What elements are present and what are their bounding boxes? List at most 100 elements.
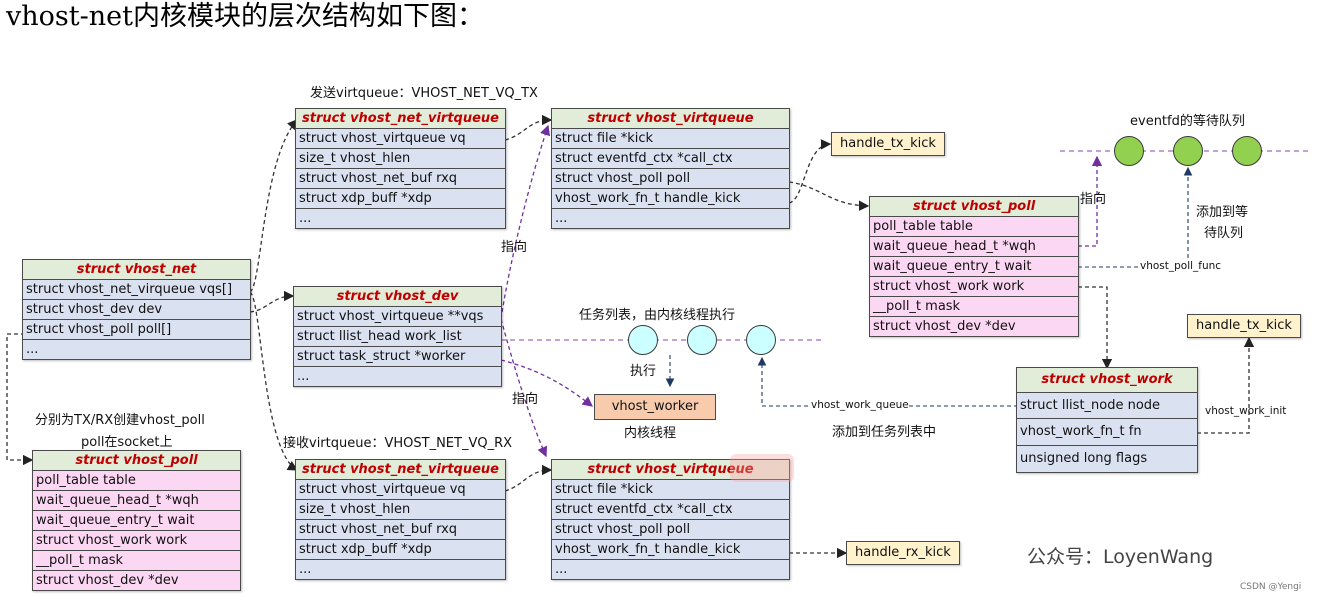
task-list-label: 任务列表，由内核线程执行 (579, 308, 736, 323)
struct-field: struct vhost_poll poll (552, 520, 789, 540)
struct-field: ... (555, 211, 568, 226)
struct-field: struct vhost_virtqueue vq (296, 480, 505, 500)
struct-title: struct vhost_net_virtqueue (296, 460, 505, 480)
struct-field: struct task_struct *worker (294, 347, 501, 367)
struct-field: struct xdp_buff *xdp (296, 540, 505, 560)
struct-field: struct llist_node node (1017, 393, 1197, 419)
struct-vhost-virtqueue-tx: struct vhost_virtqueue struct file *kick… (551, 108, 790, 229)
struct-field: struct vhost_virtqueue **vqs (294, 307, 501, 327)
struct-field: poll_table table (33, 471, 240, 491)
vhost-worker-box: vhost_worker (594, 394, 716, 420)
handle-rx-kick-box: handle_rx_kick (846, 541, 960, 565)
link-work (1078, 286, 1113, 370)
struct-field: ... (299, 562, 312, 577)
struct-title: struct vhost_net_virtqueue (296, 109, 505, 129)
struct-vhost-work: struct vhost_work struct llist_node node… (1016, 367, 1198, 473)
struct-field: struct file *kick (552, 480, 789, 500)
struct-field: struct eventfd_ctx *call_ctx (552, 149, 789, 169)
struct-field: struct vhost_poll poll (552, 169, 789, 189)
vhost-poll-func-label: vhost_poll_func (1140, 260, 1222, 272)
poll-note-label: 分别为TX/RX创建vhost_poll (35, 413, 205, 428)
task-list-node (746, 325, 776, 355)
handle-tx-kick-box: handle_tx_kick (831, 132, 945, 156)
link-vqs-tx-pointer (500, 124, 551, 320)
struct-vhost-net-virtqueue-rx: struct vhost_net_virtqueue struct vhost_… (295, 459, 506, 580)
struct-field: struct vhost_dev *dev (870, 317, 1078, 336)
poll-note-label: poll在socket上 (81, 435, 173, 450)
link-rx-vq (504, 464, 553, 492)
struct-field: struct vhost_work work (870, 277, 1078, 297)
add-to-task-list-label: 添加到任务列表中 (832, 425, 937, 440)
add-to-wait-queue-label: 待队列 (1204, 226, 1244, 241)
eventfd-wait-queue-label: eventfd的等待队列 (1130, 114, 1245, 129)
points-to-label: 指向 (512, 392, 539, 407)
page-heading: vhost-net内核模块的层次结构如下图： (6, 1, 484, 32)
struct-field: struct vhost_net_virqueue vqs[] (23, 280, 250, 300)
link-vqs-to-tx (249, 119, 298, 293)
struct-field: struct vhost_virtqueue vq (296, 129, 505, 149)
struct-field: struct vhost_net_buf rxq (296, 520, 505, 540)
struct-title: struct vhost_dev (294, 287, 501, 307)
struct-title: struct vhost_poll (870, 197, 1078, 217)
struct-field: poll_table table (870, 217, 1078, 237)
struct-title: struct vhost_poll (33, 451, 240, 471)
struct-field: ... (297, 369, 310, 384)
struct-field: wait_queue_entry_t wait (33, 511, 240, 531)
watermark: 公众号：LoyenWang (1027, 546, 1214, 568)
image-tools-overlay[interactable] (730, 454, 794, 482)
csdn-credit: CSDN @Yengi (1240, 582, 1302, 592)
struct-title: struct vhost_virtqueue (552, 109, 789, 129)
struct-field: size_t vhost_hlen (296, 500, 505, 520)
struct-title: struct vhost_work (1017, 368, 1197, 393)
link-poll-func (1078, 166, 1193, 268)
points-to-label: 指向 (1080, 192, 1107, 207)
link-handle-kick-tx (788, 139, 832, 204)
execute-label: 执行 (630, 364, 657, 379)
struct-field: wait_queue_entry_t wait (870, 257, 1078, 277)
struct-field: vhost_work_fn_t handle_kick (552, 540, 789, 560)
points-to-label: 指向 (501, 240, 528, 255)
struct-field: vhost_work_fn_t fn (1017, 419, 1197, 446)
eventfd-wait-node (1173, 136, 1203, 166)
link-tx-vq (504, 114, 553, 141)
struct-field: ... (299, 211, 312, 226)
struct-vhost-poll-left: struct vhost_poll poll_table table wait_… (32, 450, 241, 591)
struct-vhost-net: struct vhost_net struct vhost_net_virque… (22, 259, 251, 360)
struct-field: struct eventfd_ctx *call_ctx (552, 500, 789, 520)
struct-field: wait_queue_head_t *wqh (870, 237, 1078, 257)
eventfd-wait-node (1232, 136, 1262, 166)
struct-vhost-dev: struct vhost_dev struct vhost_virtqueue … (293, 286, 502, 387)
struct-field: size_t vhost_hlen (296, 149, 505, 169)
vhost-work-init-label: vhost_work_init (1205, 405, 1287, 417)
struct-vhost-net-virtqueue-tx: struct vhost_net_virtqueue struct vhost_… (295, 108, 506, 229)
struct-field: vhost_work_fn_t handle_kick (552, 189, 789, 209)
struct-field: struct llist_head work_list (294, 327, 501, 347)
struct-title: struct vhost_net (23, 260, 250, 280)
kernel-thread-label: 内核线程 (624, 426, 677, 441)
struct-field: struct vhost_dev dev (23, 300, 250, 320)
tx-queue-label: 发送virtqueue：VHOST_NET_VQ_TX (310, 86, 538, 101)
struct-field: __poll_t mask (33, 551, 240, 571)
struct-field: __poll_t mask (870, 297, 1078, 317)
struct-vhost-poll-top: struct vhost_poll poll_table table wait_… (869, 196, 1079, 337)
struct-field: struct vhost_net_buf rxq (296, 169, 505, 189)
rx-queue-label: 接收virtqueue：VHOST_NET_VQ_RX (283, 436, 513, 451)
task-list-node (687, 325, 717, 355)
link-dev (249, 290, 295, 313)
link-poll-tx (788, 181, 870, 211)
handle-tx-kick-box: handle_tx_kick (1187, 314, 1301, 338)
add-to-wait-queue-label: 添加到等 (1196, 205, 1249, 220)
struct-field: ... (26, 342, 39, 357)
struct-field: struct vhost_work work (33, 531, 240, 551)
struct-field: struct xdp_buff *xdp (296, 189, 505, 209)
task-list-node (628, 325, 658, 355)
struct-field: unsigned long flags (1020, 451, 1148, 466)
struct-field: struct file *kick (552, 129, 789, 149)
vhost-work-queue-label: vhost_work_queue (811, 399, 909, 411)
eventfd-wait-node (1114, 136, 1144, 166)
struct-field: wait_queue_head_t *wqh (33, 491, 240, 511)
struct-field: struct vhost_poll poll[] (23, 320, 250, 340)
struct-field: struct vhost_dev *dev (33, 571, 240, 590)
link-work-init (1197, 336, 1255, 434)
struct-field: ... (555, 562, 568, 577)
